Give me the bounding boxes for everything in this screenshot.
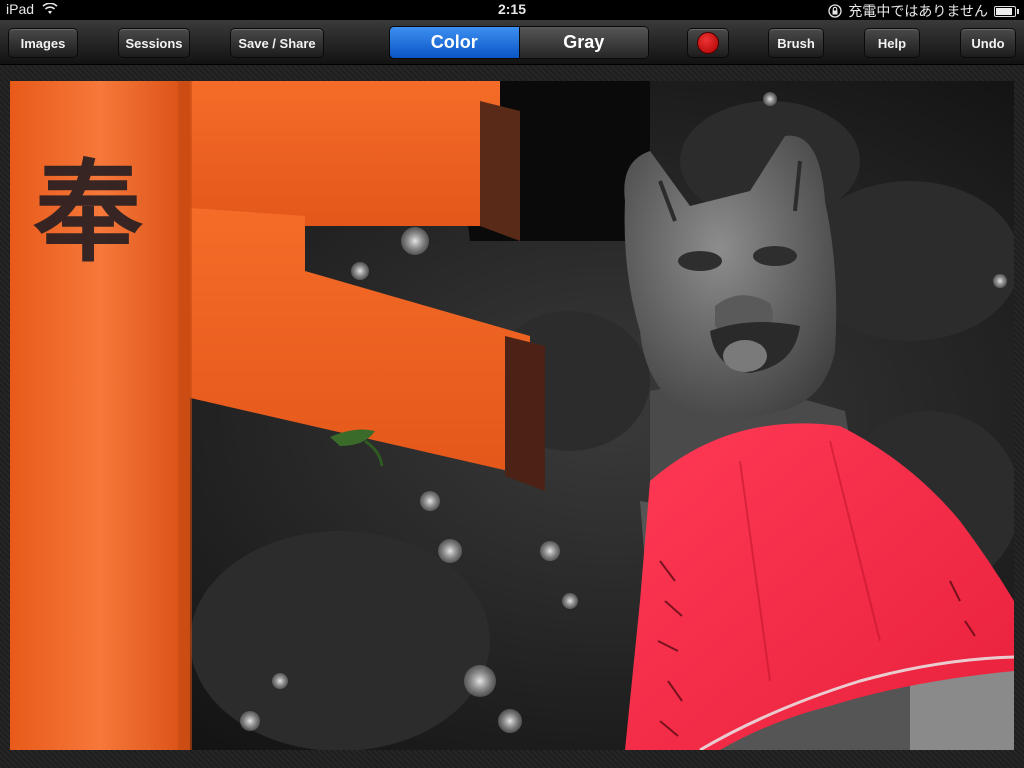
status-right: 充電中ではありません [828,1,1019,21]
help-button[interactable]: Help [864,28,920,58]
sessions-button[interactable]: Sessions [118,28,190,58]
rotation-lock-icon [828,4,843,18]
brush-button[interactable]: Brush [768,28,824,58]
undo-button[interactable]: Undo [960,28,1016,58]
charging-status: 充電中ではありません [848,3,988,19]
toolbar: Images Sessions Save / Share Color Gray … [0,20,1024,65]
mode-segmented-control: Color Gray [389,26,649,59]
photo-illustration: 奉 [10,81,1014,750]
canvas-area: 奉 [0,65,1024,768]
images-button[interactable]: Images [8,28,78,58]
photo-canvas[interactable]: 奉 [10,81,1014,750]
gray-mode-segment[interactable]: Gray [518,27,648,58]
color-mode-segment[interactable]: Color [390,27,519,58]
battery-icon [994,5,1019,17]
status-bar: iPad 2:15 充電中ではありません [0,0,1024,20]
torii-upper-beam [150,81,500,226]
brush-color-button[interactable] [687,28,729,58]
torii-kanji: 奉 [33,148,143,277]
save-share-button[interactable]: Save / Share [230,28,324,58]
brush-color-swatch-icon [697,32,719,54]
